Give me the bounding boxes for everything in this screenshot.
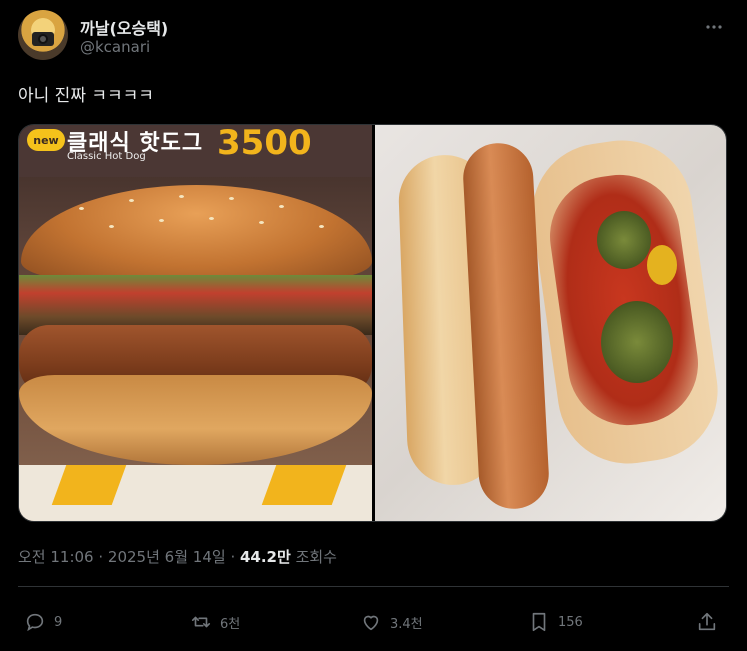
seed-shape <box>179 195 184 198</box>
seed-shape <box>209 217 214 220</box>
retweet-count: 6천 <box>220 616 241 632</box>
seed-shape <box>109 225 114 228</box>
seed-shape <box>79 207 84 210</box>
photo-poster-hotdog[interactable]: new 클래식 핫도그 Classic Hot Dog 3500 <box>19 125 372 521</box>
tweet-text: 아니 진짜 ㅋㅋㅋㅋ <box>18 86 154 106</box>
retweet-button[interactable]: 6천 <box>190 604 240 640</box>
views-label: 조회수 <box>295 548 337 566</box>
share-button[interactable] <box>696 604 718 640</box>
views-count: 44.2만 <box>239 548 291 566</box>
seed-shape <box>279 205 284 208</box>
camera-lens-shape <box>38 34 48 44</box>
avatar[interactable] <box>18 10 68 60</box>
bookmark-count: 156 <box>558 614 583 630</box>
heart-icon <box>363 615 379 631</box>
seed-shape <box>259 221 264 224</box>
poster-price: 3500 <box>217 125 312 163</box>
bun-top-shape <box>21 185 372 281</box>
pickle-shape <box>597 211 651 269</box>
seed-shape <box>319 225 324 228</box>
user-handle[interactable]: @kcanari <box>80 38 150 56</box>
tweet-header: 까날(오승택) @kcanari <box>18 10 729 62</box>
bookmark-button[interactable]: 156 <box>528 604 583 640</box>
like-count: 3.4천 <box>390 616 423 632</box>
retweet-icon <box>191 616 211 628</box>
more-options-icon[interactable] <box>703 16 725 38</box>
mustard-shape <box>647 245 677 285</box>
tweet-meta: 오전 11:06 · 2025년 6월 14일 · 44.2만 조회수 <box>18 546 337 567</box>
pickle-shape <box>601 301 673 383</box>
like-button[interactable]: 3.4천 <box>360 604 423 640</box>
reply-button[interactable]: 9 <box>24 604 62 640</box>
reply-count: 9 <box>54 614 63 630</box>
seed-shape <box>129 199 134 202</box>
reply-icon <box>26 613 44 632</box>
tweet-date[interactable]: 2025년 6월 14일 <box>108 548 226 566</box>
poster-subtitle: Classic Hot Dog <box>67 151 146 162</box>
bun-bottom-shape <box>19 375 372 465</box>
photo-real-hotdog[interactable] <box>375 125 726 521</box>
share-icon <box>698 612 716 631</box>
bookmark-icon <box>532 612 546 632</box>
action-bar: 9 6천 3.4천 156 <box>18 604 729 640</box>
seed-shape <box>229 197 234 200</box>
divider <box>18 586 729 587</box>
display-name[interactable]: 까날(오승택) <box>80 15 168 39</box>
media-grid: new 클래식 핫도그 Classic Hot Dog 3500 <box>18 124 727 522</box>
tray-stripe-shape <box>261 465 347 505</box>
meta-separator: · <box>93 548 108 566</box>
tweet-time[interactable]: 오전 11:06 <box>18 548 94 566</box>
poster-new-badge: new <box>27 129 65 151</box>
meta-separator: · <box>225 548 240 566</box>
seed-shape <box>159 219 164 222</box>
